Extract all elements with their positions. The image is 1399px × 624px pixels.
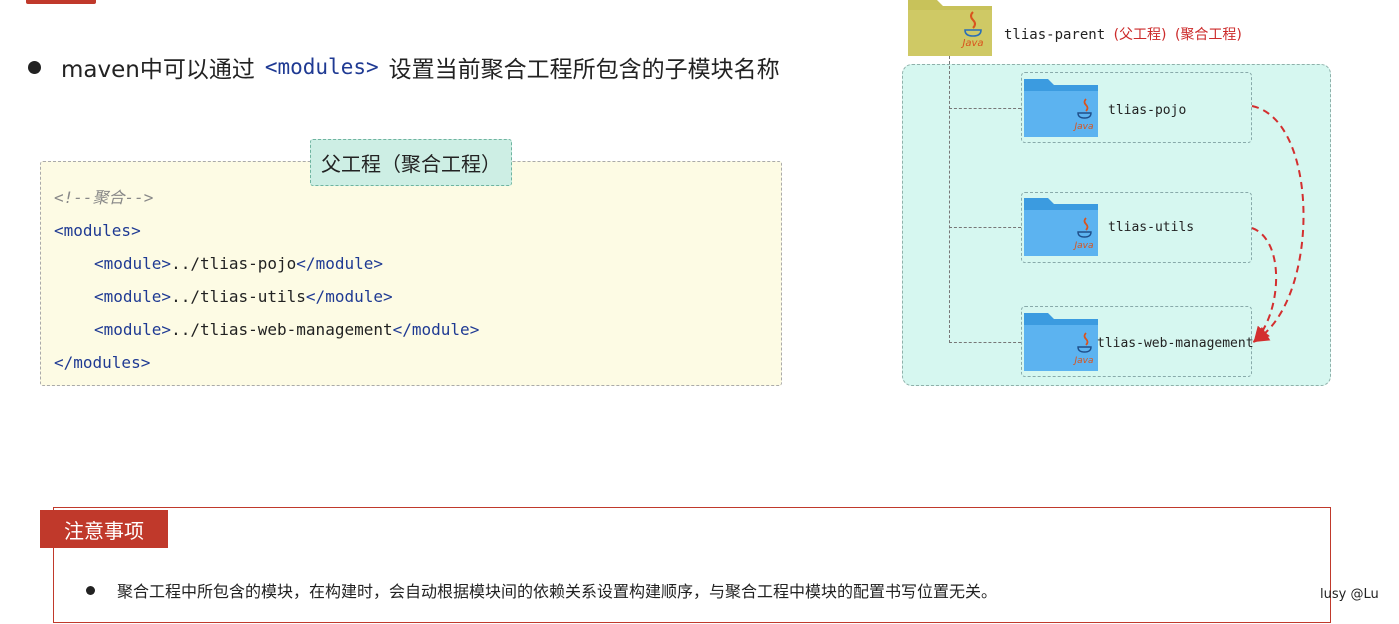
arrow-utils-to-web [1251,227,1278,344]
watermark: lusy @Lu [1320,587,1379,602]
bullet-dot [86,585,95,595]
notice-box [53,507,1331,623]
notice-title: 注意事项 [40,510,168,548]
notice-text: 聚合工程中所包含的模块，在构建时，会自动根据模块间的依赖关系设置构建顺序，与聚合… [117,582,998,601]
arrow-pojo-to-web [1251,105,1305,343]
notice-bullet: 聚合工程中所包含的模块，在构建时，会自动根据模块间的依赖关系设置构建顺序，与聚合… [86,578,997,602]
